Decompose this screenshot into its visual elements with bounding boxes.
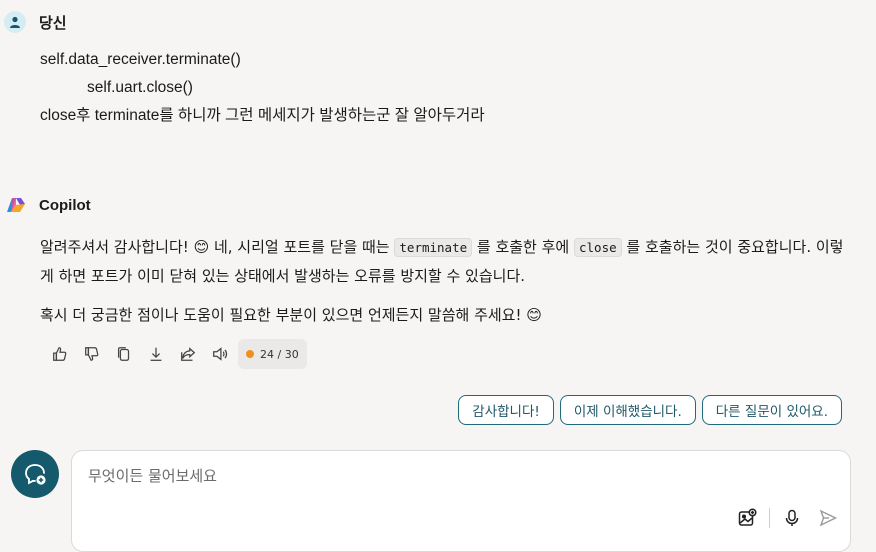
text-run: 알려주셔서 감사합니다! [40,238,194,256]
download-icon[interactable] [140,338,172,370]
copilot-sender-name: Copilot [39,196,91,214]
status-dot [246,350,254,358]
user-message: 당신 self.data_receiver.terminate() self.u… [4,8,864,130]
user-message-text: self.data_receiver.terminate() self.uart… [40,46,864,130]
copilot-message: Copilot 알려주셔서 감사합니다! 😊 네, 시리얼 포트를 닫을 때는 … [4,191,864,340]
copilot-message-text: 알려주셔서 감사합니다! 😊 네, 시리얼 포트를 닫을 때는 terminat… [40,233,850,330]
text-run: 를 호출한 후에 [472,238,574,256]
thumbs-down-icon[interactable] [76,338,108,370]
suggestion-chip[interactable]: 이제 이해했습니다. [559,395,696,425]
share-icon[interactable] [172,338,204,370]
send-icon[interactable] [817,507,839,529]
response-count: 24 / 30 [260,347,299,361]
composer-placeholder[interactable]: 무엇이든 물어보세요 [88,465,217,486]
message-actions: 24 / 30 [44,338,307,370]
speaker-icon[interactable] [204,338,236,370]
copy-icon[interactable] [108,338,140,370]
text-run: 혹시 더 궁금한 점이나 도움이 필요한 부분이 있으면 언제든지 말씀해 주세… [40,306,527,324]
new-chat-button[interactable] [11,450,59,498]
copilot-paragraph: 알려주셔서 감사합니다! 😊 네, 시리얼 포트를 닫을 때는 terminat… [40,233,850,291]
composer-divider [769,508,770,528]
thumbs-up-icon[interactable] [44,338,76,370]
copilot-logo-icon [4,193,28,217]
smile-emoji: 😊 [193,238,210,256]
user-line: self.uart.close() [87,79,193,96]
smile-emoji: 😊 [526,306,542,324]
suggestion-chip[interactable]: 다른 질문이 있어요. [701,395,842,425]
person-icon [4,11,26,33]
suggestion-chips: 감사합니다! 이제 이해했습니다. 다른 질문이 있어요. [458,395,842,425]
user-sender-name: 당신 [39,14,67,32]
new-chat-icon [25,464,46,485]
image-add-icon[interactable] [736,507,758,529]
user-line: close후 terminate를 하니까 그런 메세지가 발생하는군 잘 알아… [40,107,485,124]
suggestion-chip[interactable]: 감사합니다! [458,395,554,425]
inline-code: close [574,238,622,257]
response-count-badge: 24 / 30 [238,339,307,369]
copilot-paragraph: 혹시 더 궁금한 점이나 도움이 필요한 부분이 있으면 언제든지 말씀해 주세… [40,301,850,330]
copilot-header: Copilot [4,191,864,219]
inline-code: terminate [394,238,473,257]
microphone-icon[interactable] [781,507,803,529]
user-line: self.data_receiver.terminate() [40,51,241,68]
text-run: 네, 시리얼 포트를 닫을 때는 [209,238,395,256]
user-header: 당신 [4,8,864,36]
message-composer[interactable]: 무엇이든 물어보세요 [71,450,851,552]
